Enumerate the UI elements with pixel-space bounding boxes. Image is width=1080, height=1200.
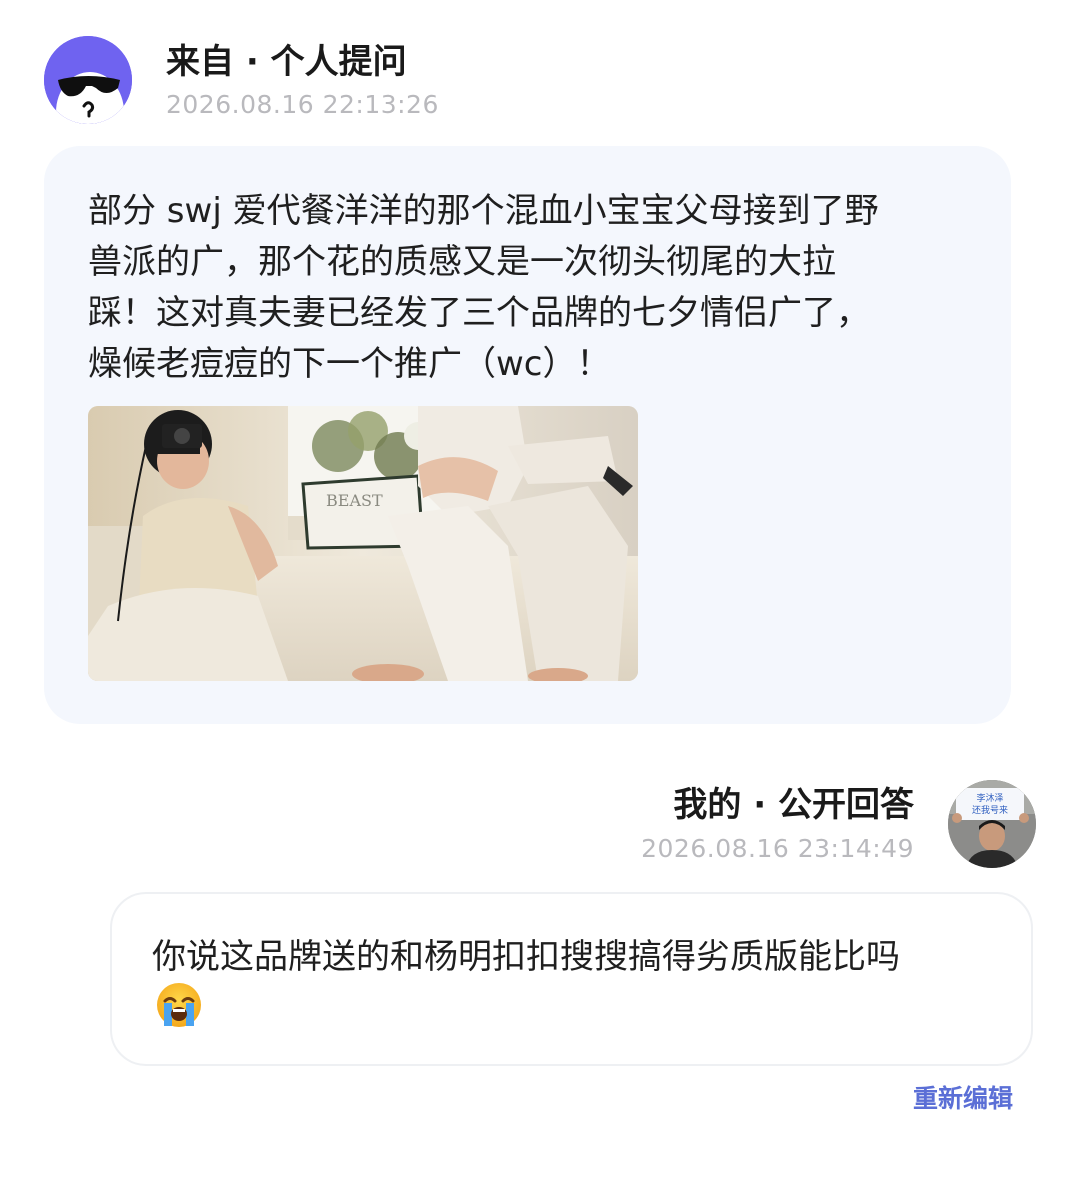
loudly-crying-face-icon: [156, 982, 202, 1028]
couple-photo-image: BEAST: [88, 406, 638, 681]
question-source-label: 来自 · 个人提问: [166, 42, 407, 82]
avatar-sign-line2: 还我号来: [972, 804, 1008, 816]
answer-text: 你说这品牌送的和杨明扣扣搜搜搞得劣质版能比吗: [152, 937, 900, 977]
question-text: 部分 swj 爱代餐洋洋的那个混血小宝宝父母接到了野 兽派的广，那个花的质感又是…: [88, 191, 879, 384]
person-with-sign-icon: 李沐泽 还我号来: [948, 780, 1036, 868]
question-photo[interactable]: BEAST: [88, 406, 638, 681]
answer-source-label: 我的 · 公开回答: [673, 785, 914, 825]
photo-bag-text: BEAST: [326, 491, 383, 510]
asker-avatar[interactable]: [44, 36, 132, 124]
question-timestamp: 2026.08.16 22:13:26: [166, 90, 439, 119]
sunglasses-face-icon: [44, 36, 132, 124]
user-avatar[interactable]: 李沐泽 还我号来: [948, 780, 1036, 868]
answer-timestamp: 2026.08.16 23:14:49: [641, 834, 914, 863]
re-edit-button[interactable]: 重新编辑: [913, 1082, 1013, 1116]
avatar-sign-line1: 李沐泽: [976, 792, 1003, 804]
